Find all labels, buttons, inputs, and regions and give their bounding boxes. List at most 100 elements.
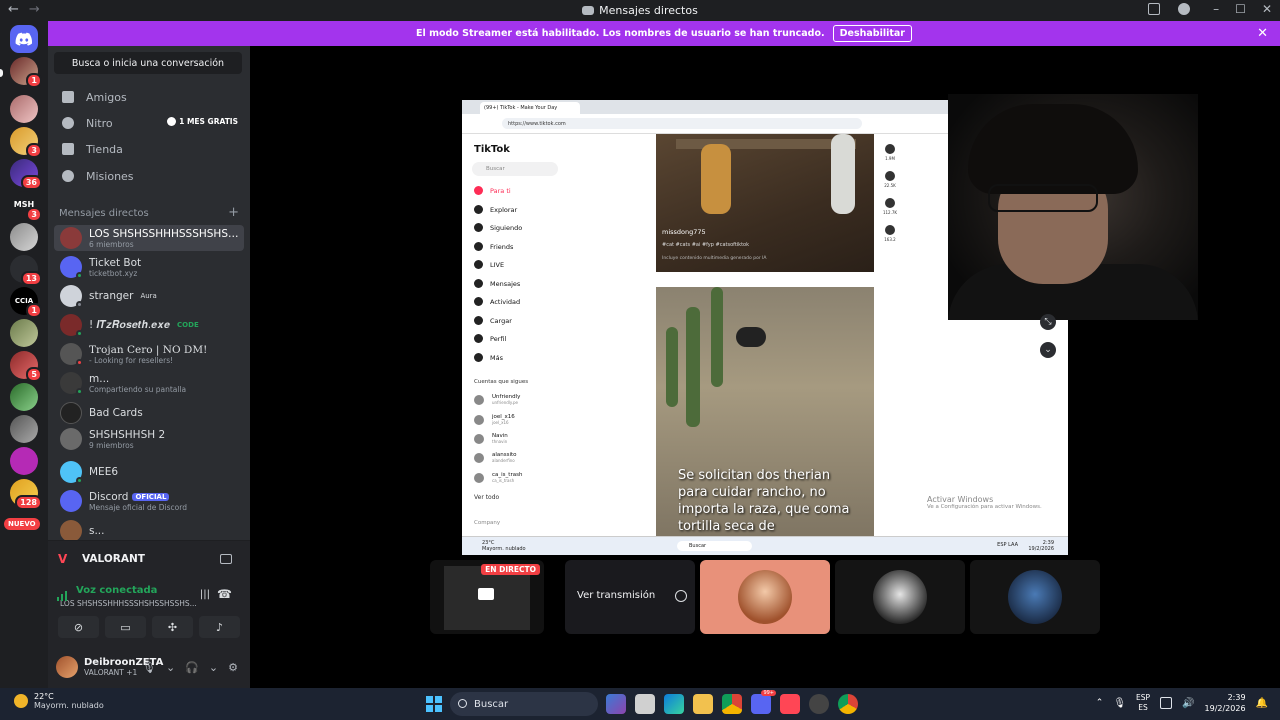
volume-icon[interactable]: 🔊	[1182, 698, 1194, 709]
server-icon-msh[interactable]: MSH 3	[10, 191, 42, 222]
valorant-icon[interactable]	[780, 694, 800, 714]
streamed-search: Buscar	[677, 541, 752, 551]
server-icon[interactable]: 13	[10, 255, 42, 286]
chevron-up-icon[interactable]: ⌃	[1096, 698, 1104, 708]
dm-item[interactable]: MEE6	[54, 459, 244, 485]
language-indicator[interactable]: ESP ES	[1136, 693, 1150, 713]
nav-label: Misiones	[86, 169, 134, 183]
soundboard-icon[interactable]: ♪	[199, 616, 240, 638]
call-stage: (99+) TikTok - Make Your Day https://www…	[250, 46, 1280, 688]
share-screen-icon[interactable]	[220, 554, 232, 564]
server-icon[interactable]: 1	[10, 57, 42, 88]
voice-channel-name[interactable]: LOS SHSHSSHHHSSSHSHSSHSSHS...	[60, 599, 240, 608]
server-icon[interactable]	[10, 383, 38, 411]
maximize-icon[interactable]: ☐	[1235, 2, 1246, 16]
status-indicator	[76, 301, 83, 308]
menu-label: Actividad	[490, 297, 521, 306]
dm-item[interactable]: m... Compartiendo su pantalla	[54, 370, 244, 396]
chevron-down-icon[interactable]: ⌄	[209, 661, 218, 674]
tiktok-menu-item: Actividad	[474, 297, 520, 306]
clock[interactable]: 2:39 19/2/2026	[1205, 692, 1246, 714]
home-button[interactable]	[10, 25, 38, 53]
help-icon[interactable]	[1178, 3, 1190, 15]
nav-friends[interactable]: Amigos	[54, 84, 244, 110]
dm-item[interactable]: Trojan Cero | NO DM! - Looking for resell…	[54, 341, 244, 367]
nitro-badge-icon	[167, 117, 177, 126]
noise-suppression-icon[interactable]: |||	[200, 589, 210, 600]
server-icon-ccia[interactable]: CCIA 1	[10, 287, 42, 318]
server-icon[interactable]: 36	[10, 159, 42, 190]
server-icon[interactable]	[10, 319, 38, 347]
settings-gear-icon[interactable]: ⚙	[228, 661, 238, 674]
app-icon[interactable]	[809, 694, 829, 714]
create-dm-icon[interactable]: +	[228, 206, 239, 219]
find-conversation-button[interactable]: Busca o inicia una conversación	[54, 52, 242, 74]
camera-off-icon[interactable]: ⊘	[58, 616, 99, 638]
streamed-taskbar: 23°C Mayorm. nublado Buscar ESP LAA 2:39 1…	[462, 536, 1068, 555]
server-icon[interactable]	[10, 447, 38, 475]
microphone-icon[interactable]: 🎙	[1113, 698, 1126, 709]
server-icon[interactable]	[10, 223, 38, 251]
network-icon[interactable]	[1160, 697, 1173, 709]
activities-icon[interactable]: ✣	[152, 616, 193, 638]
dm-item[interactable]: Bad Cards	[54, 400, 244, 426]
dm-name-text: Discord	[89, 490, 129, 503]
nav-shop[interactable]: Tienda	[54, 136, 244, 162]
collapse-icon[interactable]: ⤡	[1040, 314, 1056, 330]
disable-streamer-mode-button[interactable]: Deshabilitar	[832, 25, 912, 42]
video-caption: Se solicitan dos therian para cuidar ran…	[678, 468, 850, 534]
headphones-icon[interactable]: 🎧	[185, 661, 199, 674]
close-banner-icon[interactable]: ✕	[1257, 26, 1268, 41]
discord-icon[interactable]: 99+	[751, 690, 776, 714]
chevron-down-icon[interactable]: ⌄	[1040, 342, 1056, 358]
inbox-icon[interactable]	[1148, 3, 1160, 15]
stream-preview-tile[interactable]: EN DIRECTO	[430, 560, 544, 634]
notification-bell-icon[interactable]: 🔔	[1256, 698, 1268, 709]
taskbar-search[interactable]: Buscar	[450, 692, 598, 716]
participant-tile[interactable]	[835, 560, 965, 634]
watch-stream-tile[interactable]: Ver transmisión	[565, 560, 695, 634]
dm-item[interactable]: SHSHSHHSH 29 miembros	[54, 426, 244, 452]
company-link: Company	[474, 520, 501, 526]
copilot-icon[interactable]	[606, 694, 626, 714]
avatar[interactable]	[56, 656, 78, 678]
screen-share-icon[interactable]: ▭	[105, 616, 146, 638]
windows-start-icon[interactable]	[426, 696, 442, 712]
dm-item[interactable]: Ticket Bot ticketbot.xyz	[54, 254, 244, 280]
new-badge: NUEVO	[4, 518, 40, 530]
file-explorer-icon[interactable]	[693, 694, 713, 714]
participant-tile[interactable]	[700, 560, 830, 634]
chevron-down-icon[interactable]: ⌄	[166, 661, 175, 674]
status-indicator	[76, 330, 83, 337]
dm-name: ! 𝑰𝑻𝒛𝑹𝒐𝒔𝒆𝒕𝒉.𝒆𝒙𝒆 CODE	[89, 319, 202, 332]
task-view-icon[interactable]	[635, 694, 655, 714]
voice-status[interactable]: Voz conectada	[60, 585, 240, 596]
disconnect-icon[interactable]: ☎	[217, 587, 232, 601]
nav-quests[interactable]: Misiones	[54, 163, 244, 189]
dm-icon	[582, 6, 595, 15]
weather-widget[interactable]: 22°C Mayorm. nublado	[14, 692, 104, 710]
close-window-icon[interactable]: ✕	[1262, 2, 1272, 16]
server-icon[interactable]: 5	[10, 351, 42, 382]
edge-icon[interactable]	[664, 694, 684, 714]
participant-tile[interactable]	[970, 560, 1100, 634]
server-icon[interactable]	[10, 415, 38, 443]
menu-label: Perfil	[490, 334, 507, 343]
server-icon[interactable]: 128	[10, 479, 42, 510]
avatar	[60, 520, 82, 542]
server-icon[interactable]: 3	[10, 127, 42, 158]
dm-item[interactable]: ! 𝑰𝑻𝒛𝑹𝒐𝒔𝒆𝒕𝒉.𝒆𝒙𝒆 CODE	[54, 312, 244, 338]
dm-item[interactable]: LOS SHSHSSHHHSSSHSHSSH... 6 miembros	[54, 225, 244, 251]
eye-icon[interactable]	[675, 590, 687, 602]
camera-feed[interactable]	[948, 94, 1198, 320]
chrome-profile-icon[interactable]	[838, 694, 858, 714]
chrome-icon[interactable]	[722, 694, 742, 714]
nav-nitro[interactable]: Nitro 1 MES GRATIS	[54, 110, 244, 136]
server-icon[interactable]	[10, 95, 38, 123]
dm-item[interactable]: Discord OFICIAL Mensaje oficial de Discord	[54, 488, 244, 514]
watch-stream-button[interactable]: Ver transmisión	[577, 590, 655, 601]
avatar	[474, 452, 484, 463]
minimize-icon[interactable]: –	[1213, 2, 1219, 16]
microphone-icon[interactable]: 🎙	[142, 661, 156, 674]
dm-item[interactable]: stranger Aura	[54, 283, 244, 309]
